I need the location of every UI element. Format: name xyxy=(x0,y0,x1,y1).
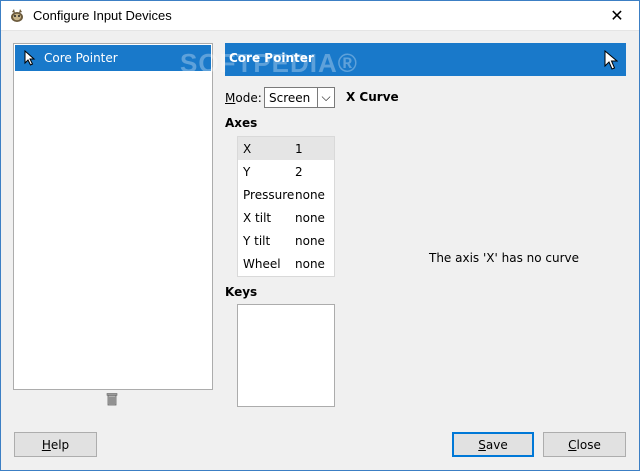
keys-list[interactable] xyxy=(237,304,335,407)
help-button-rest: elp xyxy=(50,437,70,452)
device-list[interactable]: Core Pointer xyxy=(13,43,213,390)
close-button-rest: lose xyxy=(576,437,601,452)
axes-row[interactable]: X 1 xyxy=(238,137,334,160)
gimp-app-icon xyxy=(11,9,23,22)
axes-row[interactable]: Y 2 xyxy=(238,160,334,183)
axes-name: X xyxy=(243,142,252,156)
save-button-accel: S xyxy=(478,437,486,452)
axes-name: Wheel xyxy=(243,257,281,271)
window-close-button[interactable]: ✕ xyxy=(594,0,640,31)
axes-value: none xyxy=(295,211,325,225)
axes-value: none xyxy=(295,234,325,248)
axes-name: Pressure xyxy=(243,188,295,202)
axes-name: Y tilt xyxy=(243,234,271,248)
curve-title: X Curve xyxy=(346,90,399,104)
help-button[interactable]: Help xyxy=(14,432,97,457)
device-list-item-label: Core Pointer xyxy=(44,51,118,65)
axes-value: 1 xyxy=(295,142,303,156)
axes-row[interactable]: Wheel none xyxy=(238,252,334,275)
axes-row[interactable]: Pressure none xyxy=(238,183,334,206)
chevron-down-icon: ⌵ xyxy=(317,88,334,107)
mode-select[interactable]: Screen ⌵ xyxy=(264,87,335,108)
axes-value: none xyxy=(295,257,325,271)
curve-message: The axis 'X' has no curve xyxy=(429,251,580,265)
close-icon: ✕ xyxy=(610,6,624,25)
axes-value: 2 xyxy=(295,165,303,179)
axes-name: Y xyxy=(243,165,251,179)
axes-name: X tilt xyxy=(243,211,272,225)
save-button[interactable]: Save xyxy=(452,432,534,457)
axes-value: none xyxy=(295,188,325,202)
axes-table[interactable]: X 1 Y 2 Pressure none X tilt none Y tilt… xyxy=(237,136,335,277)
window-title: Configure Input Devices xyxy=(33,8,172,23)
pointer-icon xyxy=(24,50,36,66)
axes-row[interactable]: X tilt none xyxy=(238,206,334,229)
mode-label-accel: M xyxy=(225,91,236,105)
cursor-icon xyxy=(604,50,618,70)
save-button-rest: ave xyxy=(485,437,508,452)
mode-label-rest: ode: xyxy=(235,91,262,105)
title-bar: Configure Input Devices ✕ xyxy=(0,0,640,31)
mode-select-value: Screen xyxy=(269,91,311,105)
help-button-accel: H xyxy=(41,437,51,452)
watermark-logo: SOFTPEDIA® xyxy=(180,48,358,78)
axes-row[interactable]: Y tilt none xyxy=(238,229,334,252)
close-button-accel: C xyxy=(568,437,577,452)
mode-label: Mode: xyxy=(225,91,262,105)
close-button[interactable]: Close xyxy=(543,432,626,457)
axes-label: Axes xyxy=(225,116,258,130)
keys-label: Keys xyxy=(225,285,258,299)
trash-icon[interactable] xyxy=(105,392,119,406)
